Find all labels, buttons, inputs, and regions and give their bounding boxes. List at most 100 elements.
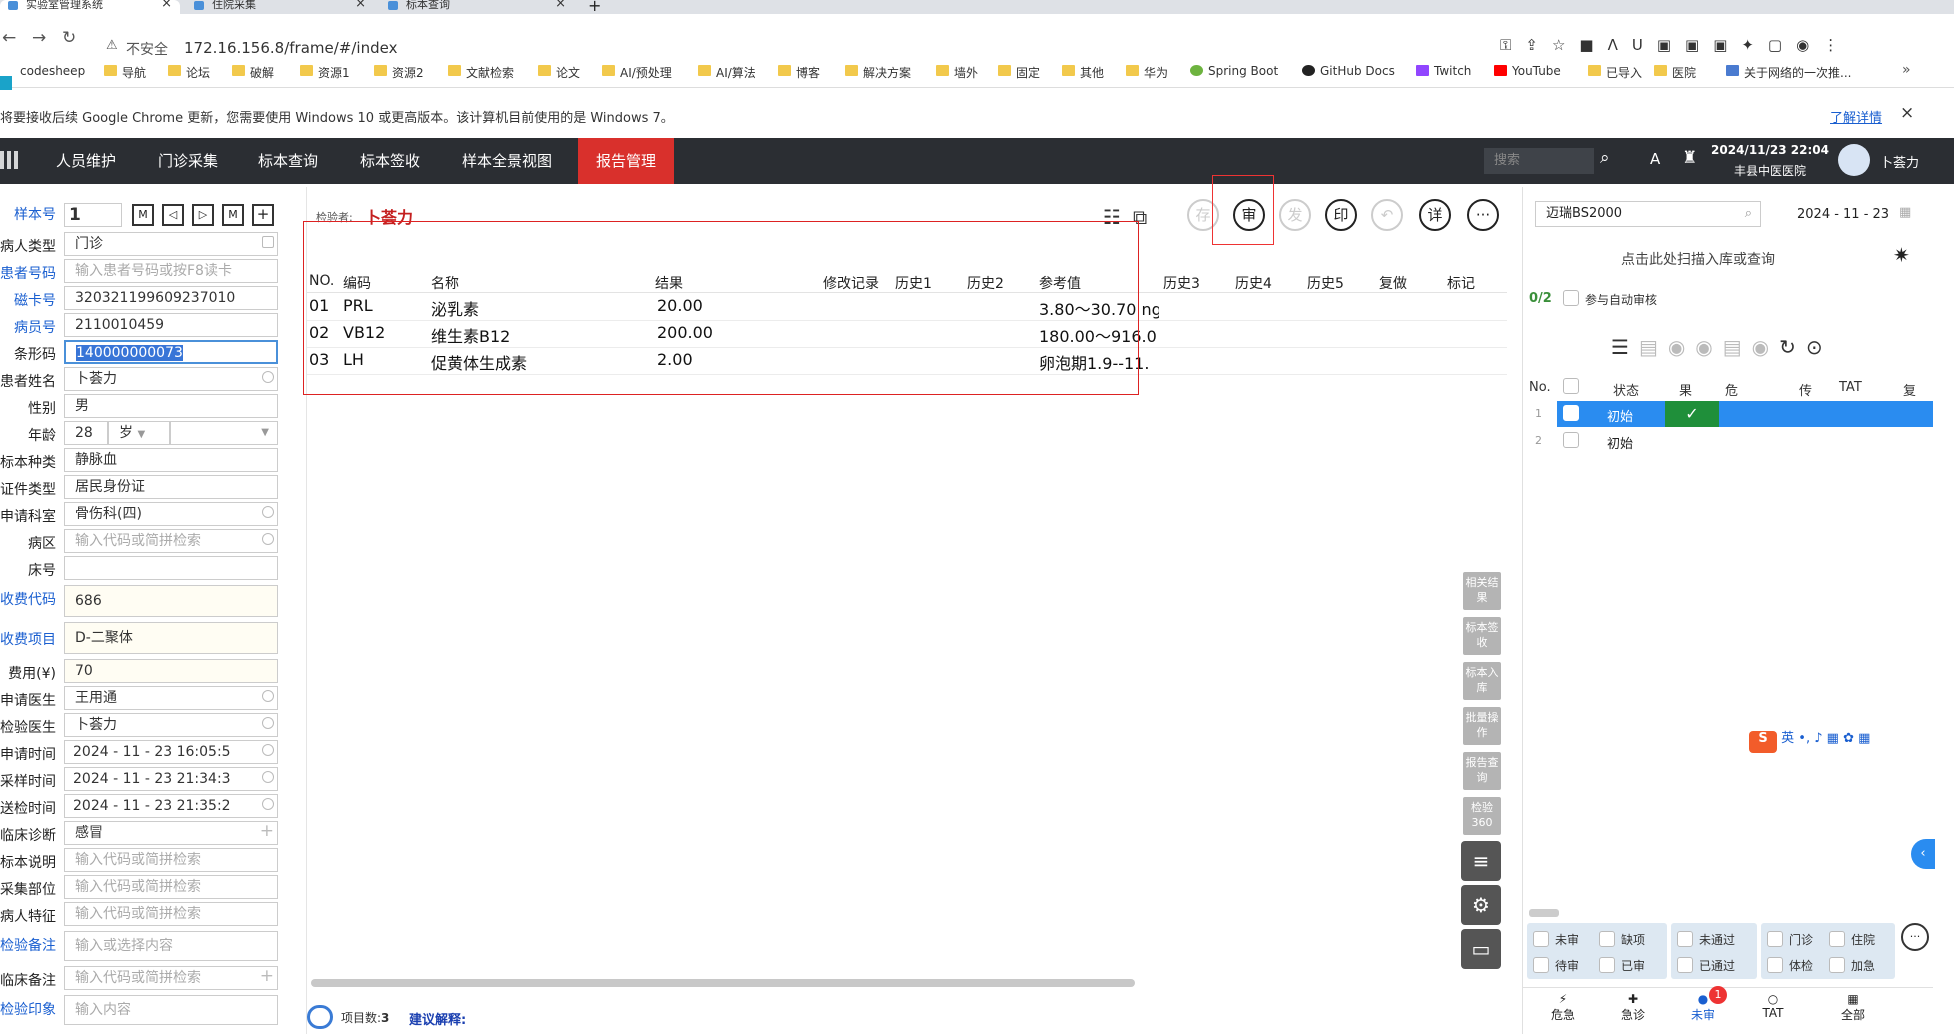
broom-icon[interactable]: ✷ xyxy=(1893,243,1910,267)
add-icon[interactable]: + xyxy=(260,966,274,986)
tab-emergency[interactable]: ✚ 急诊 xyxy=(1613,992,1653,1023)
add-icon[interactable]: + xyxy=(252,204,274,226)
tab-all[interactable]: ▦ 全部 xyxy=(1833,992,1873,1023)
patient-type-select[interactable]: 门诊 xyxy=(64,232,278,256)
bookmark-item[interactable]: 资源1 xyxy=(300,64,350,81)
monitor-icon[interactable]: ▭ xyxy=(1461,929,1501,969)
sample-receive-button[interactable]: 标本签收 xyxy=(1463,617,1501,655)
next-icon[interactable]: ▷ xyxy=(192,204,214,226)
bookmark-item[interactable]: 其他 xyxy=(1062,64,1104,81)
prev-icon[interactable]: ◁ xyxy=(162,204,184,226)
user-name[interactable]: 卜荟力 xyxy=(1880,152,1919,171)
request-doctor-input[interactable]: 王用通 xyxy=(64,686,278,710)
nav-report-management[interactable]: 报告管理 xyxy=(578,138,675,184)
detail-button[interactable]: 详 xyxy=(1419,199,1451,231)
row-checkbox[interactable] xyxy=(1563,432,1579,448)
specimen-type-input[interactable]: 静脉血 xyxy=(64,448,278,472)
card-icon[interactable] xyxy=(262,236,274,248)
age-unit-select[interactable]: 岁 ▼ xyxy=(108,421,170,445)
refresh-icon[interactable]: ↻ xyxy=(1779,335,1806,359)
learn-more-link[interactable]: 了解详情 xyxy=(1830,107,1882,126)
filter-inpatient[interactable]: 住院 xyxy=(1829,931,1875,948)
bookmark-item[interactable]: Spring Boot xyxy=(1190,64,1278,78)
nav-staff[interactable]: 人员维护 xyxy=(38,138,134,184)
filter-passed[interactable]: 已通过 xyxy=(1677,957,1735,974)
horizontal-scrollbar[interactable] xyxy=(311,979,1135,987)
list-item[interactable]: 2 初始 xyxy=(1527,428,1933,454)
bookmark-item[interactable]: 解决方案 xyxy=(845,64,911,81)
browser-tab-sample-query[interactable]: 标本查询 × xyxy=(380,0,574,14)
date-input[interactable]: 2024 - 11 - 23 xyxy=(1797,207,1889,222)
patient-name-input[interactable]: 卜荟力 xyxy=(64,367,278,391)
bookmark-item[interactable]: 博客 xyxy=(778,64,820,81)
ward-input[interactable]: 输入代码或简拼检索 xyxy=(64,529,278,553)
more-button[interactable]: ··· xyxy=(1467,199,1499,231)
bookmark-item[interactable]: 关于网络的一次推... xyxy=(1726,64,1851,81)
tab-tat[interactable]: ○ TAT xyxy=(1753,992,1793,1020)
clock-icon[interactable] xyxy=(262,744,274,756)
id-type-select[interactable]: 居民身份证 xyxy=(64,475,278,499)
sample-no-input[interactable]: 1 xyxy=(64,203,122,227)
bookmark-item[interactable]: 墙外 xyxy=(936,64,978,81)
patient-no-input[interactable]: 输入患者号码或按F8读卡 xyxy=(64,259,278,283)
card-no-input[interactable]: 320321199609237010 xyxy=(64,286,278,310)
new-tab-icon[interactable]: + xyxy=(588,0,601,15)
bookmark-item[interactable]: AI/预处理 xyxy=(602,64,672,81)
bookmark-item[interactable]: AI/算法 xyxy=(698,64,756,81)
lab-360-button[interactable]: 检验360 xyxy=(1463,797,1501,835)
patient-feature-input[interactable]: 输入代码或简拼检索 xyxy=(64,902,278,926)
history-icon[interactable]: ☰ xyxy=(1611,335,1639,359)
bookmark-item[interactable]: 已导入 xyxy=(1588,64,1642,81)
collapse-icon[interactable]: ‹ xyxy=(1911,839,1935,869)
reload-icon[interactable]: ↻ xyxy=(62,28,76,48)
close-tab-icon[interactable]: × xyxy=(555,0,566,10)
clock-icon[interactable] xyxy=(262,798,274,810)
bookmark-item[interactable]: GitHub Docs xyxy=(1302,64,1395,78)
add-icon[interactable]: + xyxy=(260,821,274,841)
calendar-icon[interactable]: ▦ xyxy=(1899,205,1911,220)
clinical-remark-input[interactable]: 输入代码或简拼检索 xyxy=(64,966,278,990)
fee-input[interactable]: 70 xyxy=(64,659,278,683)
request-time-input[interactable]: 2024 - 11 - 23 16:05:5 xyxy=(64,740,278,764)
horizontal-scrollbar[interactable] xyxy=(1529,909,1559,917)
browser-tab-lab-system[interactable]: 实验室管理系统 × xyxy=(0,0,180,14)
lab-remark-input[interactable]: 输入或选择内容 xyxy=(64,931,278,961)
bookmark-item[interactable]: 医院 xyxy=(1654,64,1696,81)
clock-icon[interactable] xyxy=(262,771,274,783)
bed-no-input[interactable] xyxy=(64,556,278,580)
filter-missing[interactable]: 缺项 xyxy=(1599,931,1645,948)
filter-pending[interactable]: 待审 xyxy=(1533,957,1579,974)
list-item[interactable]: 1 初始 ✓ xyxy=(1527,401,1933,427)
row-checkbox[interactable] xyxy=(1563,405,1579,421)
menu-icon[interactable]: ≡ xyxy=(1461,841,1501,881)
close-icon[interactable]: × xyxy=(1900,103,1914,123)
undo-button[interactable]: ↶ xyxy=(1371,199,1403,231)
search-input[interactable]: 搜索 xyxy=(1484,148,1594,174)
barcode-input[interactable]: 140000000073 xyxy=(64,340,278,364)
nav-sample-receive[interactable]: 标本签收 xyxy=(342,138,438,184)
search-icon[interactable]: ⌕ xyxy=(1600,148,1610,168)
age-extra-select[interactable]: ▼ xyxy=(170,421,278,445)
bookmark-item[interactable]: 文献检索 xyxy=(448,64,514,81)
avatar[interactable] xyxy=(1838,144,1870,176)
related-results-button[interactable]: 相关结果 xyxy=(1463,572,1501,610)
browser-tab-inpatient[interactable]: 住院采集 × xyxy=(186,0,374,14)
nav-sample-panorama[interactable]: 样本全景视图 xyxy=(444,138,570,184)
print-button[interactable]: 印 xyxy=(1325,199,1357,231)
lab-doctor-input[interactable]: 卜荟力 xyxy=(64,713,278,737)
batch-op-button[interactable]: 批量操作 xyxy=(1463,707,1501,745)
bookmark-item[interactable]: 资源2 xyxy=(374,64,424,81)
select-all-checkbox[interactable] xyxy=(1563,378,1579,394)
specimen-note-input[interactable]: 输入代码或简拼检索 xyxy=(64,848,278,872)
collect-time-input[interactable]: 2024 - 11 - 23 21:34:3 xyxy=(64,767,278,791)
department-input[interactable]: 骨伤科(四) xyxy=(64,502,278,526)
tab-critical[interactable]: ⚡ 危急 xyxy=(1543,992,1583,1023)
filter-checkup[interactable]: 体检 xyxy=(1767,957,1813,974)
close-tab-icon[interactable]: × xyxy=(355,0,366,10)
charge-code-input[interactable]: 686 xyxy=(64,585,278,617)
nav-outpatient[interactable]: 门诊采集 xyxy=(140,138,236,184)
font-size-icon[interactable]: A xyxy=(1650,150,1660,168)
age-input[interactable]: 28 xyxy=(64,421,108,445)
bookmark-item[interactable]: 导航 xyxy=(104,64,146,81)
lab-impression-input[interactable]: 输入内容 xyxy=(64,995,278,1025)
